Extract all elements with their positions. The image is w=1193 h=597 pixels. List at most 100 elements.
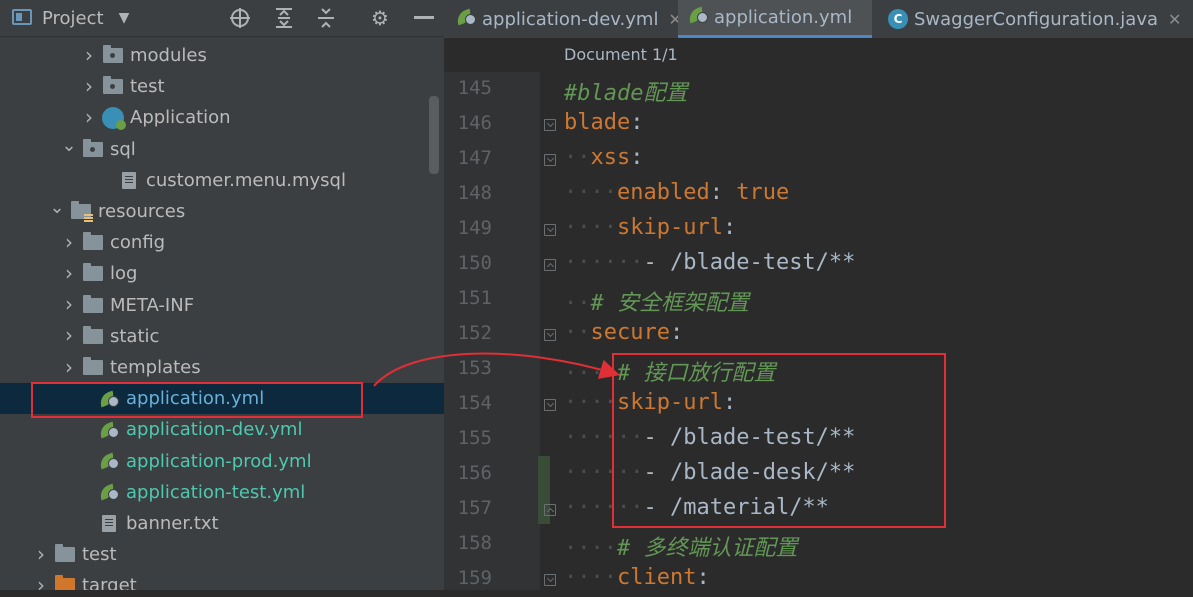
tree-item[interactable]: › config (0, 227, 444, 258)
chevron-right-icon[interactable]: › (34, 542, 48, 566)
fold-end-icon[interactable] (544, 259, 556, 271)
tree-item[interactable]: banner.txt (0, 508, 444, 539)
code-line[interactable]: 152 ··secure: (444, 317, 1193, 352)
editor-tab[interactable]: C SwaggerConfiguration.java ✕ (888, 0, 1188, 38)
project-window-icon[interactable] (12, 9, 32, 25)
chevron-right-icon[interactable]: › (34, 573, 48, 590)
fold-open-icon[interactable] (544, 154, 556, 166)
tree-item[interactable]: application.yml (0, 383, 444, 415)
tree-item[interactable]: › log (0, 258, 444, 289)
code-line[interactable]: 159 ····client: (444, 562, 1193, 597)
java-class-icon: C (888, 9, 908, 29)
code-line[interactable]: 156 ······- /blade-desk/** (444, 457, 1193, 492)
tree-item[interactable]: › Application (0, 102, 444, 133)
code-line[interactable]: 154 ····skip-url: (444, 387, 1193, 422)
fold-open-icon[interactable] (544, 224, 556, 236)
document-indicator[interactable]: Document 1/1 (564, 45, 678, 64)
code-line[interactable]: 145 #blade配置 (444, 72, 1193, 107)
code-token: ···· (564, 361, 617, 386)
tree-item[interactable]: › test (0, 539, 444, 570)
line-number: 147 (457, 147, 492, 169)
fold-open-icon[interactable] (544, 574, 556, 586)
code-line[interactable]: 150 ······- /blade-test/** (444, 247, 1193, 282)
code-token: skip-url (616, 215, 723, 240)
code-text: ······- /blade-desk/** (564, 460, 855, 485)
code-line[interactable]: 158 ····# 多终端认证配置 (444, 527, 1193, 562)
code-token: # 接口放行配置 (616, 361, 776, 386)
spring-yml-icon (456, 9, 476, 30)
fold-open-icon[interactable] (544, 119, 556, 131)
code-line[interactable]: 151 ··# 安全框架配置 (444, 282, 1193, 317)
tree-item[interactable]: customer.menu.mysql (0, 165, 444, 196)
project-toolbar: Project ▼ ⚙ (0, 0, 444, 37)
hide-panel-icon[interactable] (412, 0, 436, 36)
code-line[interactable]: 153 ····# 接口放行配置 (444, 352, 1193, 387)
folder-icon (54, 544, 76, 564)
tree-scrollbar[interactable] (429, 96, 439, 174)
code-line[interactable]: 157 ······- /material/** (444, 492, 1193, 527)
tree-item-label: banner.txt (126, 513, 219, 534)
editor-tab[interactable]: application.yml (678, 0, 872, 38)
chevron-down-icon[interactable]: ⌄ (61, 135, 76, 156)
resources-folder-icon (70, 201, 93, 222)
line-number: 146 (457, 112, 492, 134)
code-text: ····client: (564, 565, 710, 590)
chevron-right-icon[interactable]: › (82, 105, 96, 129)
project-panel-title[interactable]: Project (42, 0, 104, 36)
tree-item[interactable]: application-dev.yml (0, 414, 444, 445)
code-token: : (669, 320, 684, 345)
collapse-all-icon[interactable] (314, 0, 338, 36)
code-token: ···· (564, 180, 617, 205)
tree-item[interactable]: application-prod.yml (0, 446, 444, 477)
line-number: 155 (457, 427, 492, 449)
editor-tab[interactable]: application-dev.yml ✕ (456, 0, 682, 38)
expand-all-icon[interactable] (272, 0, 296, 36)
chevron-right-icon[interactable]: › (62, 261, 76, 285)
chevron-right-icon[interactable]: › (82, 74, 96, 98)
tree-item[interactable]: application-test.yml (0, 477, 444, 508)
chevron-right-icon[interactable]: › (62, 355, 76, 379)
close-tab-icon[interactable]: ✕ (1168, 10, 1181, 29)
chevron-down-icon[interactable]: ⌄ (49, 197, 64, 218)
tree-item[interactable]: › META-INF (0, 290, 444, 321)
chevron-right-icon[interactable]: › (62, 292, 76, 316)
code-token: enabled (616, 180, 710, 205)
folder-icon (82, 263, 104, 283)
tree-item[interactable]: › static (0, 321, 444, 352)
code-token: - (643, 495, 670, 520)
line-number: 151 (457, 287, 492, 309)
tree-item-label: application-test.yml (126, 481, 306, 503)
fold-open-icon[interactable] (544, 329, 556, 341)
dropdown-icon[interactable]: ▼ (114, 0, 134, 36)
code-token: ·· (564, 291, 591, 316)
code-line[interactable]: 148 ····enabled: true (444, 177, 1193, 212)
tree-item[interactable]: › templates (0, 352, 444, 383)
code-line[interactable]: 149 ····skip-url: (444, 212, 1193, 247)
code-line[interactable]: 146 blade: (444, 107, 1193, 142)
code-token: # 多终端认证配置 (616, 536, 798, 561)
code-token: # 安全框架配置 (590, 291, 750, 316)
code-token: ······ (564, 425, 644, 450)
line-number: 153 (457, 357, 492, 379)
chevron-right-icon[interactable]: › (62, 323, 76, 347)
fold-open-icon[interactable] (544, 399, 556, 411)
code-line[interactable]: 155 ······- /blade-test/** (444, 422, 1193, 457)
tree-item[interactable]: ⌄ resources (0, 196, 444, 227)
code-token: ···· (564, 390, 617, 415)
tree-item[interactable]: ⌄ sql (0, 134, 444, 165)
code-line[interactable]: 147 ··xss: (444, 142, 1193, 177)
tree-item[interactable]: › test (0, 71, 444, 102)
settings-icon[interactable]: ⚙ (368, 0, 392, 36)
package-folder-icon (102, 45, 124, 65)
editor-tab-label: application.yml (714, 7, 853, 28)
spring-yml-icon (98, 390, 120, 408)
tree-item[interactable]: › modules (0, 40, 444, 71)
chevron-right-icon[interactable]: › (62, 230, 76, 254)
spring-yml-icon (98, 483, 120, 501)
tree-item-label: static (110, 325, 160, 347)
chevron-right-icon[interactable]: › (82, 43, 96, 67)
editor-tab-label: SwaggerConfiguration.java (914, 8, 1159, 30)
tree-item[interactable]: › target (0, 570, 444, 590)
locate-icon[interactable] (228, 0, 252, 36)
fold-end-icon[interactable] (544, 504, 556, 516)
